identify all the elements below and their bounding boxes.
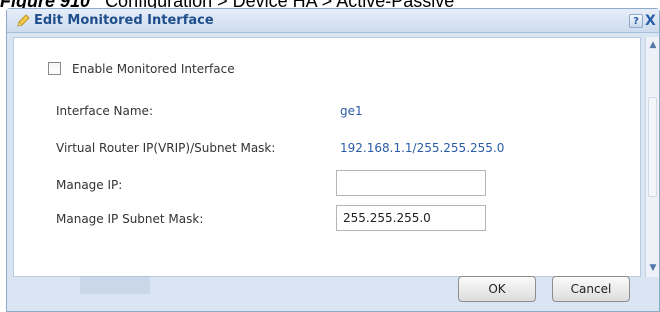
edit-pencil-icon — [15, 13, 31, 29]
ok-button[interactable]: OK — [458, 276, 536, 302]
chevron-up-icon[interactable]: ▲ — [648, 40, 658, 50]
edit-monitored-interface-dialog: Edit Monitored Interface ? X ▲ ▼ — [6, 8, 660, 312]
interface-name-value: ge1 — [340, 104, 363, 118]
manage-ip-subnet-mask-input[interactable]: 255.255.255.0 — [336, 205, 486, 231]
vrip-label: Virtual Router IP(VRIP)/Subnet Mask: — [56, 141, 276, 155]
vertical-scrollbar[interactable]: ▲ ▼ — [645, 37, 659, 277]
dialog-titlebar: Edit Monitored Interface ? X — [7, 9, 659, 33]
help-button[interactable]: ? — [629, 14, 643, 28]
enable-monitored-interface-checkbox[interactable] — [48, 62, 61, 75]
cancel-button[interactable]: Cancel — [552, 276, 630, 302]
enable-monitored-interface-label: Enable Monitored Interface — [72, 62, 235, 76]
interface-name-label: Interface Name: — [56, 104, 153, 118]
manage-ip-input[interactable] — [336, 170, 486, 196]
dialog-title: Edit Monitored Interface — [34, 13, 214, 28]
background-ghost — [60, 272, 170, 302]
vrip-value: 192.168.1.1/255.255.255.0 — [340, 141, 505, 155]
chevron-down-icon[interactable]: ▼ — [648, 263, 658, 273]
manage-ip-subnet-mask-label: Manage IP Subnet Mask: — [56, 212, 204, 226]
scroll-thumb[interactable] — [648, 97, 657, 197]
manage-ip-label: Manage IP: — [56, 178, 123, 192]
close-button[interactable]: X — [645, 13, 659, 29]
